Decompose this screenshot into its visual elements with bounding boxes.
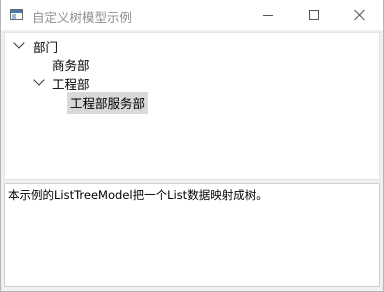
minimize-button[interactable] — [245, 0, 291, 30]
tree-item-department[interactable]: 部门 — [5, 36, 375, 55]
maximize-button[interactable] — [291, 0, 337, 30]
minimize-icon — [263, 14, 273, 16]
tree-item-label: 工程部 — [52, 77, 90, 92]
description-text: 本示例的ListTreeModel把一个List数据映射成树。 — [8, 188, 268, 202]
app-window-icon — [10, 9, 23, 20]
close-icon — [354, 9, 366, 21]
chevron-down-icon[interactable] — [13, 37, 25, 49]
tree-item-business[interactable]: 商务部 — [5, 54, 375, 73]
window-title: 自定义树模型示例 — [32, 10, 133, 25]
description-text-area[interactable]: 本示例的ListTreeModel把一个List数据映射成树。 — [4, 183, 380, 287]
chevron-down-icon[interactable] — [33, 74, 45, 86]
tree-item-engineering[interactable]: 工程部 — [5, 73, 375, 92]
title-bar[interactable]: 自定义树模型示例 — [1, 0, 383, 30]
tree-item-label: 商务部 — [52, 58, 90, 73]
main-window: 自定义树模型示例 部门 商务部 工程部 工程部服务部 本示例的ListTreeM… — [0, 0, 384, 292]
tree-view[interactable]: 部门 商务部 工程部 工程部服务部 — [4, 32, 380, 180]
close-button[interactable] — [337, 0, 383, 30]
maximize-icon — [309, 10, 319, 20]
tree-item-label: 工程部服务部 — [67, 92, 149, 114]
tree-item-engineering-service[interactable]: 工程部服务部 — [5, 92, 375, 114]
